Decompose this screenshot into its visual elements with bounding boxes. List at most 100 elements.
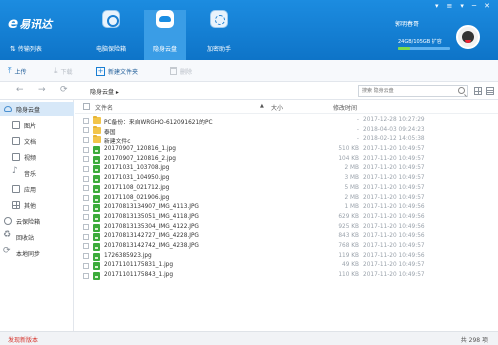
forward-arrow-icon[interactable]: → <box>38 85 46 95</box>
new-folder-button[interactable]: + 新建文件夹 <box>96 65 138 77</box>
sidebar-item-local-sync[interactable]: 本地同步 <box>0 246 74 260</box>
column-header-size[interactable]: 大小 <box>271 103 283 112</box>
menu-icon[interactable]: ≡ <box>447 2 453 10</box>
sort-ascending-icon[interactable]: ▲ <box>260 103 264 109</box>
sidebar-item-documents[interactable]: 文档 <box>0 134 74 148</box>
safebox-icon <box>102 10 120 28</box>
file-row[interactable]: 20170907_120816_2.jpg 104 KB 2017-11-20 10… <box>75 155 498 165</box>
column-header-mtime[interactable]: 修改时间 <box>333 103 357 112</box>
row-checkbox[interactable] <box>83 185 89 192</box>
search-input[interactable] <box>359 86 455 96</box>
row-checkbox[interactable] <box>83 243 89 250</box>
upload-button[interactable]: ⤒ 上传 <box>8 65 27 77</box>
new-version-link[interactable]: 发现新版本 <box>8 335 38 344</box>
toolbar: ⤒ 上传 ⤓ 下载 + 新建文件夹 删除 <box>0 60 498 82</box>
storage-bar-fill <box>398 47 410 50</box>
download-button[interactable]: ⤓ 下载 <box>54 65 73 77</box>
sidebar-item-videos[interactable]: 视频 <box>0 150 74 164</box>
refresh-icon[interactable]: ⟳ <box>60 85 68 95</box>
row-checkbox[interactable] <box>83 175 89 182</box>
expand-link[interactable]: 扩容 <box>432 39 442 45</box>
file-row[interactable]: 20170813134907_IMG_4113.JPG 1 MB 2017-11-2… <box>75 203 498 213</box>
column-header-name[interactable]: 文件名 <box>95 103 113 112</box>
transfer-list-label: 传输列表 <box>17 46 42 53</box>
list-view-icon[interactable] <box>486 87 494 95</box>
row-checkbox[interactable] <box>83 127 89 134</box>
file-row[interactable]: 20171108_021712.jpg 5 MB 2017-11-20 10:49:… <box>75 184 498 194</box>
row-checkbox[interactable] <box>83 136 89 143</box>
row-checkbox[interactable] <box>83 156 89 163</box>
breadcrumb[interactable]: 隐身云盘 ▸ <box>90 87 119 96</box>
close-icon[interactable]: ✕ <box>484 2 490 10</box>
file-row[interactable]: 20171031_104950.jpg 3 MB 2017-11-20 10:49:… <box>75 174 498 184</box>
cloud-disk-icon <box>156 10 174 28</box>
file-row[interactable]: 新建文件c -2018-02-12 14:05:38 <box>75 135 498 145</box>
row-checkbox[interactable] <box>83 146 89 153</box>
file-name: 20170813142727_IMG_4228.JPG <box>104 233 199 240</box>
sidebar-item-other[interactable]: 其他 <box>0 198 74 212</box>
file-row[interactable]: 20171101175831_1.jpg 49 KB 2017-11-20 10:4… <box>75 261 498 271</box>
file-name: 20170813134907_IMG_4113.JPG <box>104 204 199 211</box>
username[interactable]: 郭明春哥 <box>395 19 419 28</box>
music-icon <box>12 166 20 177</box>
avatar[interactable] <box>456 25 480 49</box>
row-checkbox[interactable] <box>83 272 89 279</box>
file-row[interactable]: 20171108_021906.jpg 2 MB 2017-11-20 10:49:… <box>75 194 498 204</box>
tab-cloud-disk[interactable]: 隐身云盘 <box>144 10 186 60</box>
file-size: 768 KB <box>338 242 359 249</box>
file-date: 2017-11-20 10:49:56 <box>363 233 425 240</box>
back-arrow-icon[interactable]: ← <box>16 85 24 95</box>
file-name: PC备份：来自WRGHO-612091621的PC <box>104 120 213 126</box>
row-checkbox[interactable] <box>83 195 89 201</box>
file-row[interactable]: 1726385923.jpg 119 KB 2017-11-20 10:49:56 <box>75 252 498 262</box>
image-file-icon <box>93 165 100 174</box>
sidebar-item-apps[interactable]: 应用 <box>0 182 74 196</box>
row-checkbox[interactable] <box>83 253 89 260</box>
file-size: - <box>356 136 359 143</box>
folder-icon <box>93 125 101 134</box>
search-icon[interactable] <box>458 87 465 94</box>
delete-label: 删除 <box>180 68 193 76</box>
file-row[interactable]: 20171031_103708.jpg 2 MB 2017-11-20 10:49:… <box>75 164 498 174</box>
row-checkbox[interactable] <box>83 117 89 124</box>
file-row[interactable]: 泰国 -2018-04-03 09:24:23 <box>75 125 498 136</box>
file-size: 104 KB <box>338 155 359 162</box>
sidebar-item-recycle-bin[interactable]: 回收站 <box>0 230 74 244</box>
tab-computer-safebox[interactable]: 电脑保险箱 <box>90 10 132 60</box>
delete-button[interactable]: 删除 <box>170 65 192 77</box>
minimize-icon[interactable]: ─ <box>472 2 476 10</box>
select-all-checkbox[interactable] <box>83 103 90 110</box>
sidebar-item-label: 应用 <box>24 186 37 194</box>
file-row[interactable]: PC备份：来自WRGHO-612091621的PC -2017-12-28 10:… <box>75 116 498 126</box>
tab-encrypt-helper[interactable]: 加密助手 <box>198 10 240 60</box>
sidebar-item-music[interactable]: 音乐 <box>0 166 74 180</box>
tab-label: 电脑保险箱 <box>95 46 126 53</box>
row-checkbox[interactable] <box>83 224 89 231</box>
row-checkbox[interactable] <box>83 165 89 172</box>
row-checkbox[interactable] <box>83 204 89 211</box>
row-checkbox[interactable] <box>83 214 89 221</box>
file-name: 20171031_103708.jpg <box>104 165 170 172</box>
new-folder-icon: + <box>96 66 105 76</box>
file-row[interactable]: 20170813135304_IMG_4122.JPG 925 KB 2017-11… <box>75 223 498 233</box>
file-size: - <box>356 126 359 133</box>
file-row[interactable]: 20171101175843_1.jpg 110 KB 2017-11-20 10:… <box>75 271 498 281</box>
image-file-icon <box>93 213 100 222</box>
sidebar-item-cloud-safe[interactable]: 云保险箱 <box>0 214 74 228</box>
row-checkbox[interactable] <box>83 233 89 240</box>
file-row[interactable]: 20170813135051_IMG_4118.JPG 629 KB 2017-11… <box>75 213 498 223</box>
file-row[interactable]: 20170813142727_IMG_4228.JPG 843 KB 2017-11… <box>75 232 498 242</box>
sidebar-item-cloud-disk[interactable]: 隐身云盘 <box>0 102 74 116</box>
grid-view-icon[interactable] <box>474 87 482 95</box>
file-date: 2017-11-20 10:49:56 <box>363 213 425 220</box>
row-checkbox[interactable] <box>83 262 89 269</box>
file-row[interactable]: 20170813142742_IMG_4238.JPG 768 KB 2017-11… <box>75 242 498 252</box>
file-row[interactable]: 20170907_120816_1.jpg 510 KB 2017-11-20 10… <box>75 145 498 155</box>
file-size: 110 KB <box>338 272 359 278</box>
transfer-list-button[interactable]: ⇅ 传输列表 <box>10 44 42 53</box>
sidebar-item-images[interactable]: 图片 <box>0 118 74 132</box>
file-name: 20170813135304_IMG_4122.JPG <box>104 223 199 230</box>
skin-icon[interactable]: ▾ <box>435 2 439 10</box>
dropdown-icon[interactable]: ▾ <box>460 2 464 10</box>
file-name: 20171108_021712.jpg <box>104 184 170 191</box>
